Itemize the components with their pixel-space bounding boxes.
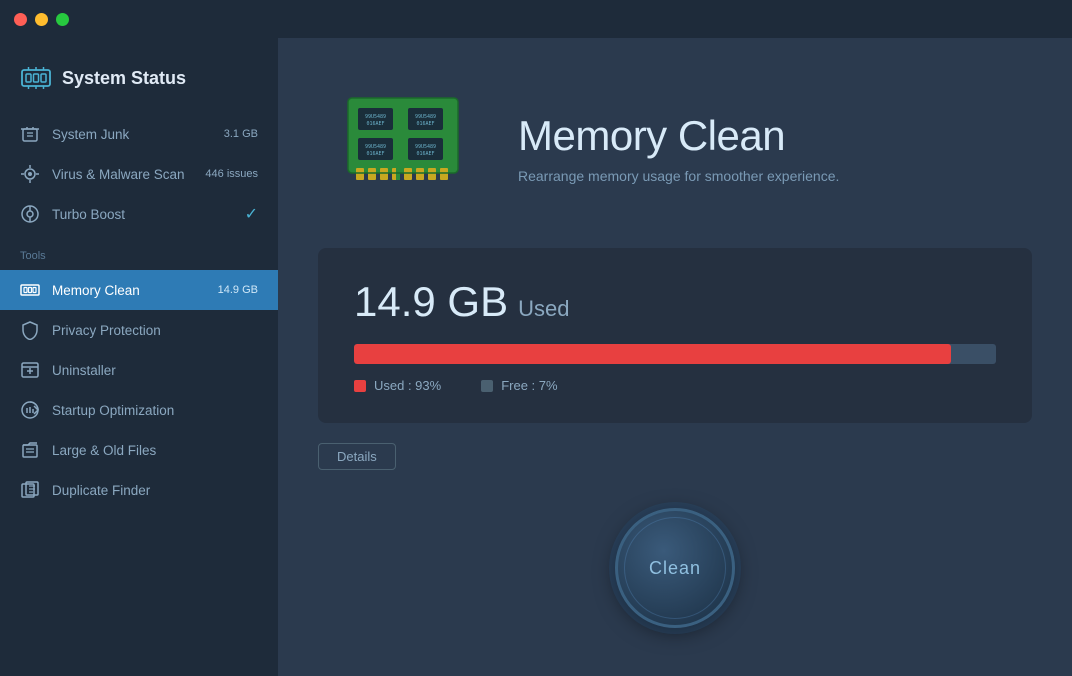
sidebar-item-duplicate-finder[interactable]: Duplicate Finder: [0, 470, 278, 510]
turbo-icon: [20, 204, 40, 224]
maximize-button[interactable]: [56, 13, 69, 26]
used-legend-item: Used : 93%: [354, 378, 441, 393]
memory-icon-wrap: 99U5489 016AEF 99U5489 016AEF 99U5489 01…: [338, 78, 478, 218]
startup-icon: [20, 400, 40, 420]
used-legend-label: Used : 93%: [374, 378, 441, 393]
details-section: Details: [278, 423, 1072, 470]
uninstaller-label: Uninstaller: [52, 363, 258, 378]
clean-button-label: Clean: [649, 558, 701, 579]
svg-text:016AEF: 016AEF: [366, 151, 384, 157]
details-button[interactable]: Details: [318, 443, 396, 470]
memory-progress-bar: [354, 344, 996, 364]
hero-text: Memory Clean Rearrange memory usage for …: [518, 112, 839, 184]
turbo-boost-check: ✓: [245, 204, 258, 224]
sidebar-item-uninstaller[interactable]: Uninstaller: [0, 350, 278, 390]
svg-text:99U5489: 99U5489: [365, 144, 386, 150]
close-button[interactable]: [14, 13, 27, 26]
main-content: 99U5489 016AEF 99U5489 016AEF 99U5489 01…: [278, 38, 1072, 676]
sidebar-title: System Status: [62, 68, 186, 89]
memory-used-row: 14.9 GB Used: [354, 278, 996, 326]
system-junk-badge: 3.1 GB: [224, 128, 258, 140]
virus-malware-label: Virus & Malware Scan: [52, 167, 193, 182]
free-legend-item: Free : 7%: [481, 378, 557, 393]
svg-text:016AEF: 016AEF: [416, 151, 434, 157]
virus-icon: [20, 164, 40, 184]
traffic-lights: [14, 13, 69, 26]
memory-used-text: Used: [518, 296, 569, 322]
turbo-boost-label: Turbo Boost: [52, 207, 233, 222]
svg-text:99U5489: 99U5489: [365, 114, 386, 120]
svg-text:99U5489: 99U5489: [415, 144, 436, 150]
memory-progress-fill: [354, 344, 951, 364]
progress-legend: Used : 93% Free : 7%: [354, 378, 996, 393]
sidebar-item-startup-optimization[interactable]: Startup Optimization: [0, 390, 278, 430]
memory-icon: [20, 280, 40, 300]
svg-text:99U5489: 99U5489: [415, 114, 436, 120]
sidebar-item-memory-clean[interactable]: Memory Clean 14.9 GB: [0, 270, 278, 310]
sidebar-item-turbo-boost[interactable]: Turbo Boost ✓: [0, 194, 278, 234]
stats-section: 14.9 GB Used Used : 93% Free : 7%: [318, 248, 1032, 423]
ram-chip-graphic: 99U5489 016AEF 99U5489 016AEF 99U5489 01…: [338, 78, 468, 198]
junk-icon: [20, 124, 40, 144]
startup-optimization-label: Startup Optimization: [52, 403, 258, 418]
memory-clean-label: Memory Clean: [52, 283, 206, 298]
hero-subtitle: Rearrange memory usage for smoother expe…: [518, 168, 839, 184]
privacy-icon: [20, 320, 40, 340]
sidebar-item-virus-malware[interactable]: Virus & Malware Scan 446 issues: [0, 154, 278, 194]
app-body: System Status System Junk 3.1 GB: [0, 38, 1072, 676]
svg-text:016AEF: 016AEF: [416, 121, 434, 127]
sidebar-item-system-junk[interactable]: System Junk 3.1 GB: [0, 114, 278, 154]
uninstall-icon: [20, 360, 40, 380]
clean-button[interactable]: Clean: [615, 508, 735, 628]
large-old-files-label: Large & Old Files: [52, 443, 258, 458]
system-junk-label: System Junk: [52, 127, 212, 142]
titlebar: [0, 0, 1072, 38]
system-status-icon: [20, 62, 52, 94]
free-dot: [481, 380, 493, 392]
sidebar: System Status System Junk 3.1 GB: [0, 38, 278, 676]
minimize-button[interactable]: [35, 13, 48, 26]
hero-section: 99U5489 016AEF 99U5489 016AEF 99U5489 01…: [278, 38, 1072, 248]
sidebar-header: System Status: [0, 48, 278, 114]
free-legend-label: Free : 7%: [501, 378, 557, 393]
duplicate-finder-label: Duplicate Finder: [52, 483, 258, 498]
sidebar-item-privacy-protection[interactable]: Privacy Protection: [0, 310, 278, 350]
hero-title: Memory Clean: [518, 112, 839, 160]
duplicate-icon: [20, 480, 40, 500]
sidebar-item-large-old-files[interactable]: Large & Old Files: [0, 430, 278, 470]
tools-section-label: Tools: [0, 234, 278, 270]
memory-clean-badge: 14.9 GB: [218, 284, 258, 296]
memory-gb-value: 14.9 GB: [354, 278, 508, 326]
privacy-protection-label: Privacy Protection: [52, 323, 258, 338]
clean-section: Clean: [278, 470, 1072, 676]
files-icon: [20, 440, 40, 460]
virus-malware-badge: 446 issues: [205, 168, 258, 180]
svg-text:016AEF: 016AEF: [366, 121, 384, 127]
used-dot: [354, 380, 366, 392]
